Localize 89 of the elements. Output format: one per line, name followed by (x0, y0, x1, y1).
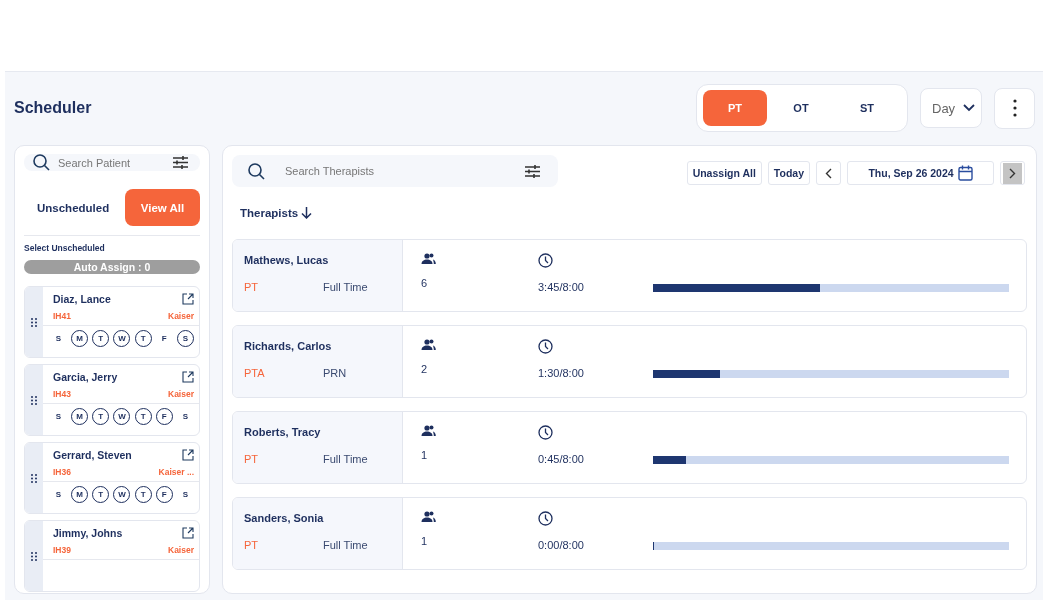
people-icon (421, 253, 436, 264)
discipline-label: PTA (244, 367, 266, 379)
clock-icon (538, 253, 553, 268)
weekday-indicator: S (181, 411, 190, 423)
patient-card[interactable]: Diaz, Lance IH41 Kaiser S M T W T F S (24, 286, 200, 358)
sort-therapists-button[interactable]: Therapists (236, 207, 317, 219)
discipline-label: PT (244, 539, 260, 551)
employment-type: Full Time (323, 539, 368, 551)
discipline-label: PT (244, 281, 260, 293)
patient-code: IH36 (53, 467, 71, 477)
therapist-name: Mathews, Lucas (244, 254, 330, 266)
patient-search-box[interactable]: Search Patient (24, 154, 200, 171)
payer-name: Kaiser (168, 545, 194, 555)
clock-icon (538, 425, 553, 440)
therapist-row[interactable]: Mathews, Lucas PT Full Time 6 3:45/8:00 (232, 239, 1027, 312)
therapist-search-input[interactable]: Search Therapists (283, 164, 525, 178)
clock-icon (538, 339, 553, 354)
patient-card[interactable]: Gerrard, Steven IH36 Kaiser ... S M T W T F S (24, 442, 200, 514)
chevron-right-icon (1003, 162, 1022, 184)
therapist-row[interactable]: Sanders, Sonia PT Full Time 1 0:00/8:00 (232, 497, 1027, 570)
calendar-icon[interactable] (957, 165, 973, 181)
hours-scheduled: 0:45/8:00 (538, 453, 585, 465)
weekday-indicator: S (54, 411, 63, 423)
hours-scheduled: 3:45/8:00 (538, 281, 585, 293)
people-icon (421, 425, 436, 436)
discipline-tab[interactable]: OT (769, 90, 833, 126)
people-icon (421, 339, 436, 350)
select-unscheduled-label[interactable]: Select Unscheduled (24, 243, 200, 253)
external-link-icon[interactable] (182, 371, 194, 383)
drag-handle-icon[interactable] (31, 551, 37, 561)
chevron-left-icon (825, 167, 832, 179)
therapist-row[interactable]: Roberts, Tracy PT Full Time 1 0:45/8:00 (232, 411, 1027, 484)
drag-handle-icon[interactable] (31, 317, 37, 327)
payer-name: Kaiser (168, 389, 194, 399)
unassign-all-button[interactable]: Unassign All (686, 161, 762, 185)
discipline-tab[interactable]: ST (835, 90, 899, 126)
hours-scheduled: 1:30/8:00 (538, 367, 585, 379)
weekday-indicator: F (160, 333, 168, 345)
discipline-label: PT (244, 453, 260, 465)
patient-name: Gerrard, Steven (53, 449, 132, 461)
chevron-down-icon (963, 104, 975, 112)
patient-name: Diaz, Lance (53, 293, 111, 305)
external-link-icon[interactable] (182, 293, 194, 305)
therapist-search-box[interactable]: Search Therapists (232, 155, 558, 187)
visit-count: 1 (421, 449, 429, 461)
page-title: Scheduler (14, 99, 92, 117)
filter-sliders-icon[interactable] (173, 156, 188, 169)
weekday-indicator: S (181, 489, 190, 501)
employment-type: PRN (323, 367, 347, 379)
filter-sliders-icon[interactable] (525, 164, 540, 178)
weekday-indicator: S (54, 333, 63, 345)
today-button[interactable]: Today (767, 161, 810, 185)
weekday-indicator: S (54, 489, 63, 501)
clock-icon (538, 511, 553, 526)
search-icon (33, 154, 50, 171)
previous-day-button[interactable] (816, 161, 841, 185)
kebab-icon (1012, 99, 1017, 117)
external-link-icon[interactable] (182, 449, 194, 461)
patient-card[interactable]: Garcia, Jerry IH43 Kaiser S M T W T F S (24, 364, 200, 436)
therapist-name: Roberts, Tracy (244, 426, 322, 438)
patient-search-input[interactable]: Search Patient (56, 155, 167, 170)
drag-handle-icon[interactable] (31, 473, 37, 483)
employment-type: Full Time (323, 453, 368, 465)
visit-count: 1 (421, 535, 429, 547)
date-picker-field[interactable]: Thu, Sep 26 2024 (847, 161, 994, 185)
visit-count: 6 (421, 277, 429, 289)
payer-name: Kaiser ... (158, 467, 194, 477)
therapist-name: Richards, Carlos (244, 340, 333, 352)
search-icon (248, 162, 265, 180)
patient-code: IH39 (53, 545, 71, 555)
patient-name: Jimmy, Johns (53, 527, 123, 539)
hours-scheduled: 0:00/8:00 (538, 539, 585, 551)
drag-handle-icon[interactable] (31, 395, 37, 405)
external-link-icon[interactable] (182, 527, 194, 539)
patient-filter-tab[interactable]: Unscheduled (24, 189, 123, 226)
date-text: Thu, Sep 26 2024 (868, 167, 954, 179)
patient-name: Garcia, Jerry (53, 371, 118, 383)
visit-count: 2 (421, 363, 429, 375)
people-icon (421, 511, 436, 522)
patient-code: IH41 (53, 311, 71, 321)
view-dropdown[interactable]: Day (920, 88, 982, 128)
patient-card[interactable]: Jimmy, Johns IH39 Kaiser (24, 520, 200, 592)
patient-code: IH43 (53, 389, 71, 399)
therapist-row[interactable]: Richards, Carlos PTA PRN 2 1:30/8:00 (232, 325, 1027, 398)
employment-type: Full Time (323, 281, 368, 293)
payer-name: Kaiser (168, 311, 194, 321)
therapist-name: Sanders, Sonia (244, 512, 325, 524)
next-day-button[interactable] (1000, 161, 1025, 185)
arrow-down-icon (301, 207, 313, 219)
